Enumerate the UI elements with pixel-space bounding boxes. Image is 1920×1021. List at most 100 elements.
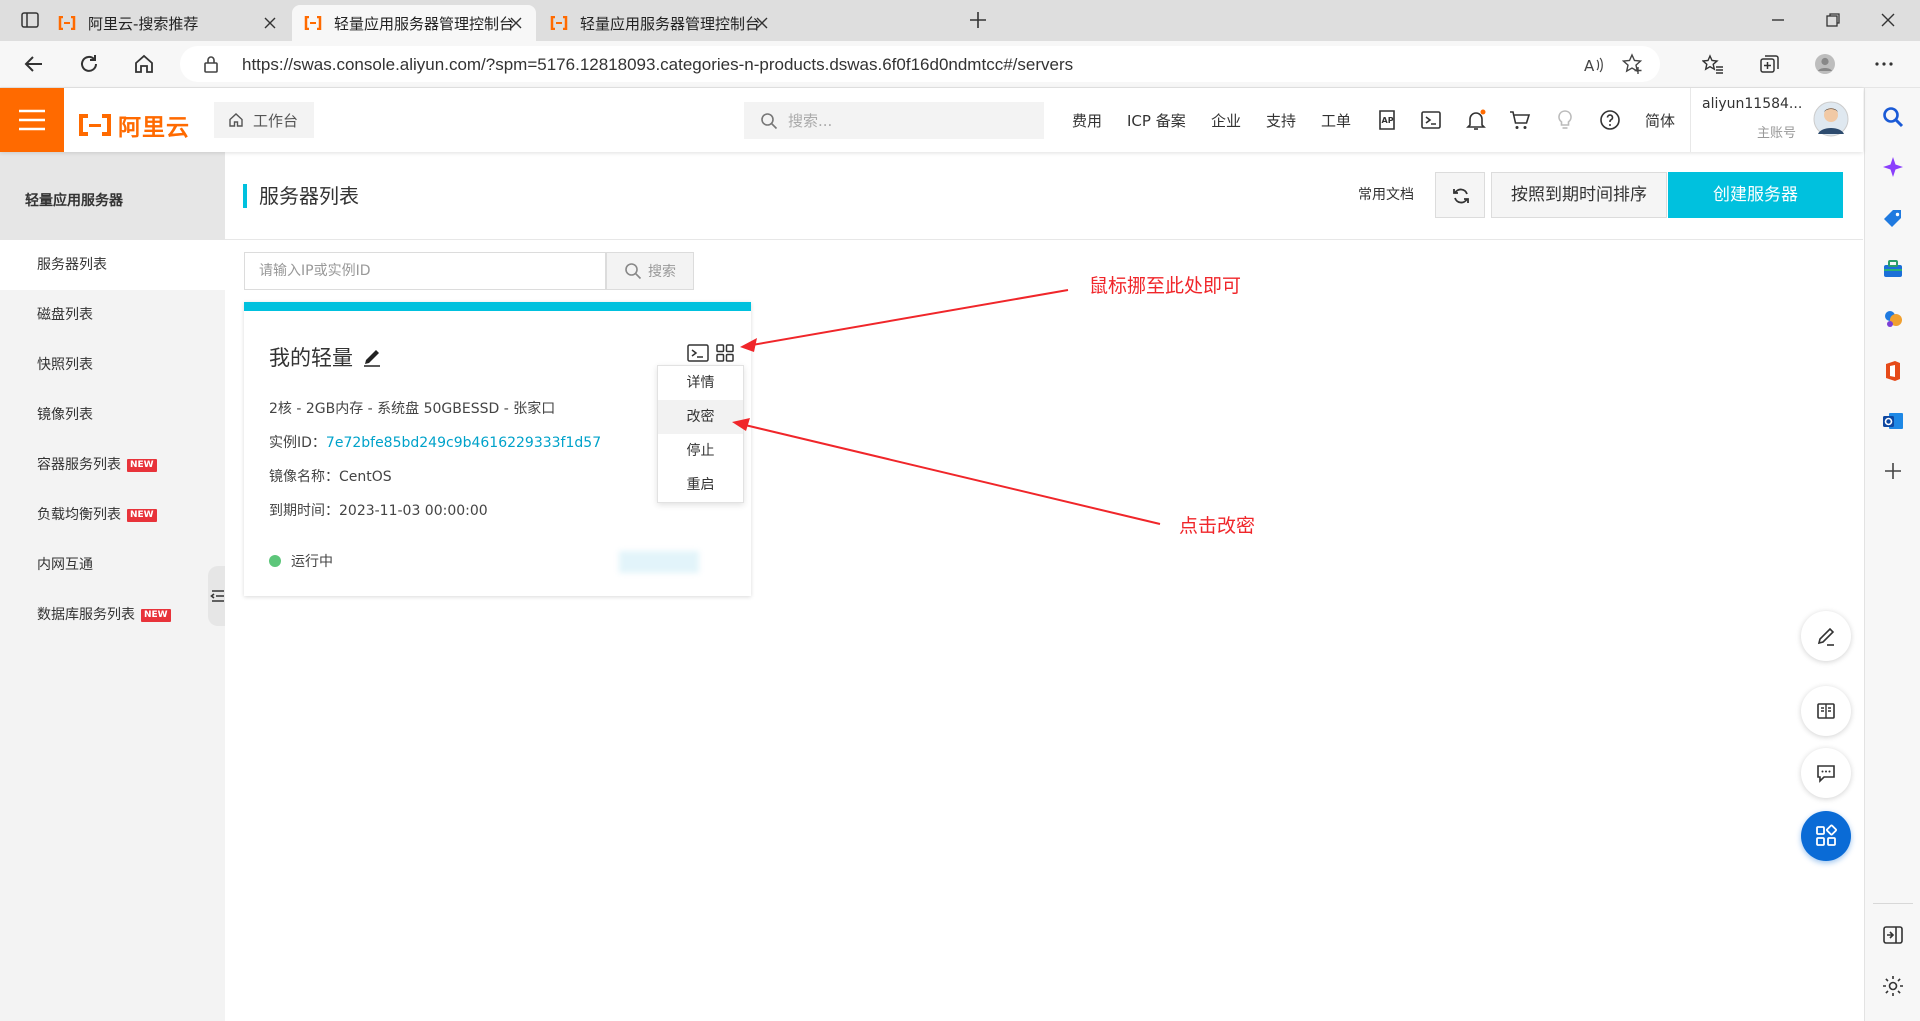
menu-item-stop[interactable]: 停止	[658, 434, 743, 468]
close-tab-icon[interactable]	[508, 15, 524, 31]
collections-icon[interactable]	[1759, 53, 1781, 75]
chat-icon	[1817, 765, 1835, 783]
hide-sidebar-icon[interactable]	[1881, 923, 1905, 947]
tools-icon[interactable]	[1881, 257, 1905, 281]
edit-name-icon[interactable]	[361, 346, 383, 368]
add-icon[interactable]	[1881, 459, 1905, 483]
cloud-shell-icon[interactable]	[1419, 108, 1443, 132]
create-server-button[interactable]: 创建服务器	[1668, 172, 1843, 218]
quick-apps-button[interactable]	[1801, 811, 1851, 861]
chat-button[interactable]	[1801, 748, 1851, 798]
tab-title: 阿里云-搜索推荐	[88, 14, 199, 33]
collapse-icon	[210, 590, 224, 602]
nav-fees[interactable]: 费用	[1072, 110, 1102, 131]
favorites-icon[interactable]	[1702, 53, 1724, 75]
search-button[interactable]: 搜索	[606, 252, 694, 290]
browser-tab-2[interactable]: 轻量应用服务器管理控制台	[292, 5, 536, 41]
sidebar-item-label: 镜像列表	[37, 407, 93, 423]
profile-avatar-icon[interactable]	[1814, 53, 1836, 75]
api-icon[interactable]: AP	[1375, 108, 1399, 132]
sidebar-item-label: 磁盘列表	[37, 307, 93, 323]
sidebar-item-disks[interactable]: 磁盘列表	[0, 290, 225, 340]
svg-text:AP: AP	[1382, 116, 1394, 125]
nav-support[interactable]: 支持	[1266, 110, 1296, 131]
tab-actions-icon[interactable]	[20, 10, 40, 30]
aliyun-logo-icon	[79, 114, 111, 136]
cart-icon[interactable]	[1508, 108, 1532, 132]
aliyun-logo[interactable]: 阿里云	[78, 108, 190, 142]
status-text: 运行中	[291, 554, 333, 570]
workbench-button[interactable]: 工作台	[214, 102, 314, 138]
close-tab-icon[interactable]	[754, 15, 770, 31]
page-title: 服务器列表	[243, 184, 359, 208]
refresh-button[interactable]	[1435, 172, 1485, 218]
search-icon[interactable]	[1881, 105, 1905, 129]
shopping-tag-icon[interactable]	[1881, 207, 1905, 231]
account-menu[interactable]: aliyun11584... 主账号	[1690, 88, 1863, 152]
feedback-edit-button[interactable]	[1801, 611, 1851, 661]
sidebar-item-servers[interactable]: 服务器列表	[0, 240, 225, 290]
image-row: 镜像名称：CentOS	[269, 466, 392, 486]
menu-item-details[interactable]: 详情	[658, 366, 743, 400]
sidebar-item-images[interactable]: 镜像列表	[0, 390, 225, 440]
instance-id-link[interactable]: 7e72bfe85bd249c9b4616229333f1d57	[326, 435, 601, 451]
new-tab-icon[interactable]	[968, 10, 988, 30]
read-aloud-icon[interactable]: A	[1582, 54, 1604, 76]
global-search-input[interactable]: 搜索...	[744, 102, 1044, 139]
sidebar-item-snapshots[interactable]: 快照列表	[0, 340, 225, 390]
url-field[interactable]: https://swas.console.aliyun.com/?spm=517…	[180, 46, 1660, 82]
nav-enterprise[interactable]: 企业	[1211, 110, 1241, 131]
add-favorite-icon[interactable]	[1622, 53, 1644, 75]
image-value: CentOS	[339, 469, 392, 485]
settings-gear-icon[interactable]	[1881, 974, 1905, 998]
browser-tab-1[interactable]: 阿里云-搜索推荐	[46, 5, 290, 41]
new-badge: NEW	[141, 608, 171, 622]
sidebar-item-containers[interactable]: 容器服务列表 NEW	[0, 440, 225, 490]
sidebar-item-label: 内网互通	[37, 557, 93, 573]
minimize-icon[interactable]	[1768, 10, 1788, 30]
browser-tab-3[interactable]: 轻量应用服务器管理控制台	[538, 5, 782, 41]
image-label: 镜像名称：	[269, 469, 339, 485]
sidebar-title: 轻量应用服务器	[0, 152, 225, 240]
sidebar-item-intranet[interactable]: 内网互通	[0, 540, 225, 590]
lightbulb-icon[interactable]	[1553, 108, 1577, 132]
edge-sidebar	[1864, 88, 1920, 1021]
home-icon[interactable]	[133, 53, 155, 75]
close-tab-icon[interactable]	[262, 15, 278, 31]
language-switch[interactable]: 简体	[1645, 110, 1675, 131]
refresh-icon[interactable]	[78, 53, 100, 75]
sidebar-item-databases[interactable]: 数据库服务列表 NEW	[0, 590, 225, 640]
help-icon[interactable]	[1598, 108, 1622, 132]
address-bar: https://swas.console.aliyun.com/?spm=517…	[0, 41, 1920, 88]
refresh-icon	[1453, 188, 1469, 204]
home-icon	[229, 113, 243, 127]
more-actions-grid-icon[interactable]	[715, 343, 735, 363]
menu-item-restart[interactable]: 重启	[658, 468, 743, 502]
copilot-sparkle-icon[interactable]	[1881, 155, 1905, 179]
office-icon[interactable]	[1881, 359, 1905, 383]
lock-icon[interactable]	[202, 55, 220, 73]
back-icon[interactable]	[23, 53, 45, 75]
sidebar-item-load-balancers[interactable]: 负载均衡列表 NEW	[0, 490, 225, 540]
restore-icon[interactable]	[1823, 10, 1843, 30]
remote-connect-icon[interactable]	[687, 343, 709, 363]
status-badge: 运行中	[269, 551, 333, 571]
notification-bell-icon[interactable]	[1464, 108, 1488, 132]
expire-label: 到期时间：	[269, 503, 339, 519]
common-docs-link[interactable]: 常用文档	[1358, 184, 1414, 204]
outlook-icon[interactable]	[1881, 409, 1905, 433]
nav-icp[interactable]: ICP 备案	[1127, 110, 1186, 131]
search-button-label: 搜索	[648, 264, 676, 280]
docs-book-button[interactable]	[1801, 686, 1851, 736]
close-window-icon[interactable]	[1878, 10, 1898, 30]
sort-by-expiry-button[interactable]: 按照到期时间排序	[1491, 172, 1667, 218]
edit-icon	[1817, 627, 1835, 646]
ip-instance-search-input[interactable]: 请输入IP或实例ID	[244, 252, 606, 290]
nav-tickets[interactable]: 工单	[1321, 110, 1351, 131]
menu-toggle-button[interactable]	[0, 88, 64, 152]
menu-item-change-password[interactable]: 改密	[658, 400, 743, 434]
more-icon[interactable]	[1873, 53, 1895, 75]
workbench-label: 工作台	[253, 111, 299, 130]
games-icon[interactable]	[1881, 307, 1905, 331]
logo-text: 阿里云	[118, 115, 190, 141]
